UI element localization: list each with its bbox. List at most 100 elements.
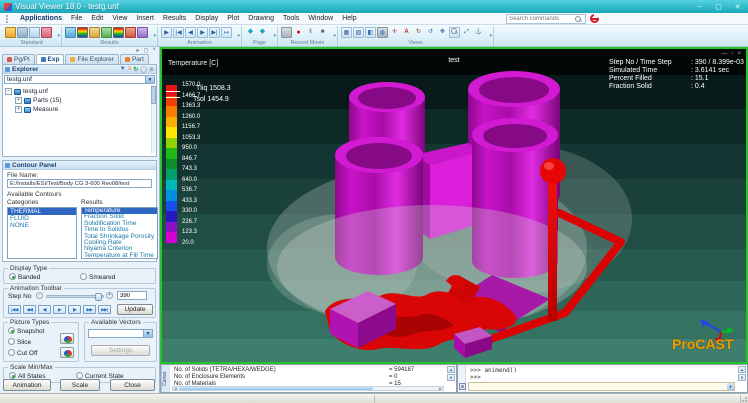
list-item-thermal[interactable]: THERMAL bbox=[8, 208, 76, 215]
zoom-area-icon[interactable] bbox=[449, 27, 460, 38]
list-item-none[interactable]: NONE bbox=[8, 222, 76, 229]
forward-button[interactable]: ▶▶ bbox=[83, 305, 96, 314]
view-sphere-icon[interactable]: ◍ bbox=[377, 27, 388, 38]
current-state-radio[interactable] bbox=[76, 372, 83, 379]
anchor-view-icon[interactable]: ⚓ bbox=[473, 27, 484, 38]
animation-button[interactable]: Animation bbox=[3, 379, 51, 391]
console-tab[interactable]: Conso bbox=[161, 365, 170, 392]
expand-icon[interactable]: + bbox=[15, 106, 22, 113]
pause-icon[interactable]: ‖ bbox=[305, 27, 316, 38]
vectors-combo[interactable]: ▼ bbox=[88, 329, 153, 338]
open-file-icon[interactable] bbox=[5, 27, 16, 38]
tree-row-root[interactable]: − testg.unf bbox=[5, 87, 156, 96]
tree-scrollbar[interactable] bbox=[151, 85, 156, 153]
import-icon[interactable] bbox=[17, 27, 28, 38]
stop-icon[interactable]: ■ bbox=[317, 27, 328, 38]
chevron-down-icon[interactable]: ▼ bbox=[143, 330, 152, 337]
step-value-input[interactable] bbox=[117, 291, 147, 300]
python-input-dropdown-icon[interactable]: ▼ bbox=[727, 383, 734, 390]
filter-icon[interactable]: ▼ bbox=[120, 66, 126, 73]
add-icon[interactable]: ⊕ bbox=[149, 66, 154, 73]
scale-button[interactable]: Scale bbox=[60, 379, 100, 391]
scroll-down-icon[interactable]: ▼ bbox=[738, 374, 746, 381]
menu-applications[interactable]: Applications bbox=[20, 15, 62, 22]
settings-button[interactable]: Settings bbox=[91, 345, 150, 356]
minimize-icon[interactable]: – bbox=[693, 3, 706, 11]
next-page-icon[interactable]: ◆ bbox=[257, 27, 268, 38]
chevron-down-icon[interactable]: ▼ bbox=[145, 76, 154, 83]
fit-view-icon[interactable]: ⤢ bbox=[461, 27, 472, 38]
step-decrement-button[interactable]: − bbox=[36, 292, 43, 299]
tree-row-measure[interactable]: + Measure bbox=[5, 105, 156, 114]
next-frame-icon[interactable]: ▶| bbox=[209, 27, 220, 38]
explorer-file-combo[interactable]: testg.unf ▼ bbox=[4, 75, 155, 84]
viewport-restore-icon[interactable]: ▫ bbox=[731, 51, 733, 57]
axis-triad-icon[interactable]: ✛ bbox=[389, 27, 400, 38]
search-input[interactable] bbox=[507, 16, 575, 22]
close-icon[interactable]: ✕ bbox=[731, 3, 744, 11]
update-button[interactable]: Update bbox=[117, 304, 153, 315]
prev-frame-icon[interactable]: ◀ bbox=[185, 27, 196, 38]
scroll-left-icon[interactable]: ◄ bbox=[173, 387, 178, 390]
viewport-minimize-icon[interactable]: — bbox=[721, 51, 727, 57]
scroll-right-icon[interactable]: ► bbox=[438, 387, 443, 390]
group-overflow-icon[interactable]: ▾ bbox=[153, 33, 156, 39]
collapse-icon[interactable]: − bbox=[5, 88, 12, 95]
group-overflow-icon[interactable]: ▾ bbox=[333, 33, 336, 39]
menu-edit[interactable]: Edit bbox=[91, 15, 103, 22]
scroll-down-icon[interactable]: ▼ bbox=[447, 374, 455, 381]
prev-page-icon[interactable]: ◆ bbox=[245, 27, 256, 38]
go-first-button[interactable]: |◀◀ bbox=[8, 305, 21, 314]
fringe-icon[interactable] bbox=[113, 27, 124, 38]
tab-pgpl[interactable]: Pg/Pl bbox=[2, 54, 35, 64]
orbit-view-icon[interactable]: ↺ bbox=[425, 27, 436, 38]
play-button[interactable]: ▶ bbox=[53, 305, 66, 314]
resize-grip[interactable] bbox=[740, 395, 747, 402]
annotation-text-icon[interactable]: A bbox=[401, 27, 412, 38]
camera-icon[interactable] bbox=[281, 27, 292, 38]
group-overflow-icon[interactable]: ▾ bbox=[273, 33, 276, 39]
vectors-icon[interactable] bbox=[89, 27, 100, 38]
step-increment-button[interactable]: + bbox=[106, 292, 113, 299]
menu-tools[interactable]: Tools bbox=[283, 15, 299, 22]
record-icon[interactable]: ● bbox=[293, 27, 304, 38]
tree-row-parts[interactable]: + Parts (15) bbox=[5, 96, 156, 105]
menu-view[interactable]: View bbox=[112, 15, 127, 22]
group-overflow-icon[interactable]: ▾ bbox=[489, 33, 492, 39]
slider-thumb[interactable] bbox=[95, 293, 102, 301]
rotate-view-icon[interactable]: ↻ bbox=[413, 27, 424, 38]
file-name-field[interactable]: E:/Installs/ESI/Test/Body CG 3-600 Rev08… bbox=[7, 179, 152, 188]
menu-results[interactable]: Results bbox=[163, 15, 186, 22]
go-last-button[interactable]: ▶▶| bbox=[98, 305, 111, 314]
slice-radio[interactable] bbox=[8, 338, 15, 345]
step-slider[interactable] bbox=[46, 295, 104, 298]
window-cascade-icon[interactable]: ▧ bbox=[353, 27, 364, 38]
contour-icon[interactable] bbox=[77, 27, 88, 38]
iso-surface-icon[interactable] bbox=[101, 27, 112, 38]
cutoff-icon-button[interactable] bbox=[60, 347, 74, 358]
play-icon[interactable]: ▶ bbox=[197, 27, 208, 38]
console-hscrollbar[interactable]: ◄ ► bbox=[172, 386, 444, 391]
prev-step-button[interactable]: ◀| bbox=[38, 305, 51, 314]
window-layout-icon[interactable]: ▦ bbox=[341, 27, 352, 38]
export-animation-icon[interactable]: ↦ bbox=[221, 27, 232, 38]
menu-file[interactable]: File bbox=[71, 15, 82, 22]
hscroll-thumb[interactable] bbox=[179, 387, 373, 390]
group-overflow-icon[interactable]: ▾ bbox=[57, 33, 60, 39]
viewport-close-icon[interactable]: × bbox=[737, 51, 741, 57]
menu-insert[interactable]: Insert bbox=[136, 15, 154, 22]
sort-icon[interactable]: ≡ bbox=[128, 66, 132, 73]
tab-part[interactable]: Part bbox=[120, 54, 149, 64]
results-manager-icon[interactable] bbox=[65, 27, 76, 38]
menu-help[interactable]: Help bbox=[342, 15, 356, 22]
list-item-fluid[interactable]: FLUID bbox=[8, 215, 76, 222]
search-icon[interactable] bbox=[575, 16, 582, 23]
all-states-radio[interactable] bbox=[9, 372, 16, 379]
tab-file-explorer[interactable]: File Explorer bbox=[65, 54, 118, 64]
panel-close-icon[interactable]: × bbox=[152, 47, 156, 54]
first-frame-icon[interactable]: |◀ bbox=[173, 27, 184, 38]
snapshot-radio[interactable] bbox=[8, 327, 15, 334]
panel-pin-icon[interactable]: ▸ bbox=[136, 47, 139, 54]
menu-display[interactable]: Display bbox=[195, 15, 218, 22]
list-item-temp-fill-time[interactable]: Temperature at Fill Time bbox=[82, 253, 157, 259]
